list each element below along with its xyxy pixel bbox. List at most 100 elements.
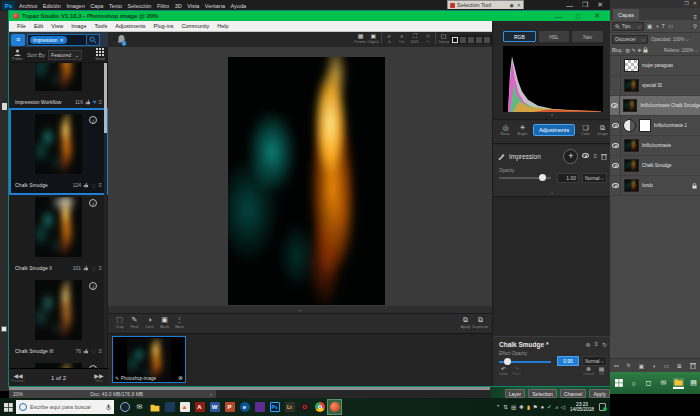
search-tag[interactable]: Impression✕ bbox=[30, 36, 67, 44]
tz-menu-image[interactable]: Image bbox=[71, 23, 86, 29]
layer-button[interactable]: Layer bbox=[505, 389, 526, 398]
ps-menu-archivo[interactable]: Archivo bbox=[19, 3, 37, 9]
blend-mode-select[interactable]: Normal⌵ bbox=[582, 173, 607, 183]
visibility-eye-icon[interactable] bbox=[582, 153, 589, 159]
adjustments-button[interactable]: Adjustments bbox=[533, 124, 575, 136]
ok-save-button[interactable]: ▤OK bbox=[595, 367, 608, 376]
tray-icon-6[interactable]: ● bbox=[541, 404, 544, 410]
tray-volume-icon[interactable]: ◁ bbox=[561, 404, 565, 410]
layer-row-brillo-contraste[interactable]: brillo/contraste bbox=[610, 136, 700, 156]
selection-tool-close-icon[interactable]: ✕ bbox=[517, 2, 521, 8]
tray-icon-5[interactable]: ⚑ bbox=[533, 404, 538, 410]
undo-button[interactable]: ↶Undo bbox=[497, 367, 510, 376]
document-icon[interactable]: ▤ bbox=[688, 378, 699, 389]
filter-type-select[interactable]: Tipo⌵ bbox=[612, 22, 644, 31]
more-tools[interactable]: ⋮More bbox=[172, 316, 187, 329]
original-button[interactable]: ▣Original bbox=[367, 33, 380, 44]
app-photoshop[interactable]: Ps bbox=[268, 400, 281, 414]
zoom-100-button[interactable]: ⛶100% bbox=[408, 33, 421, 44]
filmstrip-remove-icon[interactable]: ⊗ bbox=[178, 374, 183, 381]
zoom-out-button[interactable]: ⌕Out bbox=[396, 33, 409, 44]
tz-menu-tools[interactable]: Tools bbox=[94, 23, 107, 29]
tray-network-icon[interactable]: ⩘ bbox=[555, 404, 558, 411]
filter-type-icon[interactable]: T bbox=[662, 23, 665, 29]
notification-center-icon[interactable] bbox=[599, 403, 606, 411]
next-page-button[interactable]: ▶▶Next bbox=[90, 373, 108, 383]
filter-pin-icon[interactable]: ⚲ bbox=[693, 23, 697, 29]
app-powerpoint[interactable]: P bbox=[223, 400, 236, 414]
tz-menu-edit[interactable]: Edit bbox=[34, 23, 43, 29]
lock-move-icon[interactable]: ✥ bbox=[638, 48, 642, 53]
favorite-icon[interactable]: ♡ bbox=[91, 348, 96, 355]
lock-brush-icon[interactable]: ✎ bbox=[632, 48, 636, 53]
tz-menu-adjustments[interactable]: Adjustments bbox=[115, 23, 145, 29]
start-button[interactable] bbox=[0, 398, 16, 416]
heal-tool[interactable]: ✎Heal bbox=[127, 316, 142, 329]
layer-row-brillo-chalk-smudge-2[interactable]: brillo/contraste Chalk Smudge II bbox=[610, 96, 700, 116]
ps-menu-ayuda[interactable]: Ayuda bbox=[231, 3, 247, 9]
start-button[interactable] bbox=[613, 378, 624, 389]
layer-row-special-30[interactable]: special 30 bbox=[610, 76, 700, 96]
panel-restore-icon[interactable]: ❐ bbox=[684, 0, 688, 8]
preset-scrollbar[interactable] bbox=[104, 63, 107, 368]
apply-button[interactable]: ⧉Apply bbox=[458, 316, 473, 329]
menu-hamburger-button[interactable]: ≡ bbox=[11, 34, 25, 46]
panel-menu-icon[interactable]: ≡ bbox=[593, 153, 597, 159]
selection-tool-window[interactable]: Selection Tool ◉✕ bbox=[447, 0, 524, 9]
preset-chalk-smudge[interactable]: i Chalk Smudge 124♡≡ bbox=[11, 110, 106, 193]
tab-capas[interactable]: Capas bbox=[613, 9, 639, 20]
ps-menu-ventana[interactable]: Ventana bbox=[205, 3, 225, 9]
preset-menu-icon[interactable]: ≡ bbox=[98, 348, 102, 354]
previous-page-button[interactable]: ◀◀Previous bbox=[9, 373, 27, 383]
favorite-icon[interactable]: ♡ bbox=[91, 182, 96, 189]
info-icon[interactable]: i bbox=[89, 199, 97, 207]
app-lightroom[interactable]: Lr bbox=[283, 400, 296, 414]
delete-layer-icon[interactable] bbox=[690, 362, 696, 369]
tray-icon-1[interactable]: ⇅ bbox=[503, 404, 508, 410]
filter-shape-icon[interactable]: ▭ bbox=[668, 23, 673, 29]
opacity-value[interactable]: 1.00 bbox=[557, 173, 579, 183]
opacity-slider-knob[interactable] bbox=[539, 174, 546, 181]
ps-menu-imagen[interactable]: Imagen bbox=[66, 3, 84, 9]
thumbnail-size-toggle[interactable]: Small bbox=[95, 48, 105, 61]
filter-adjustment-icon[interactable]: ◑ bbox=[655, 23, 658, 29]
canvas-area[interactable] bbox=[108, 47, 492, 306]
mask-tool[interactable]: ▣Mask bbox=[157, 316, 172, 329]
cancel-button[interactable]: ⊗Cancel bbox=[582, 367, 595, 376]
preset-impression-workflow[interactable]: Impression Workflow 116♥≡ bbox=[11, 63, 106, 110]
favorite-icon[interactable]: ♥ bbox=[93, 99, 97, 105]
tz-menu-plugins[interactable]: Plug-ins bbox=[154, 23, 174, 29]
canvas-collapse-strip[interactable]: ⌄ bbox=[108, 306, 492, 313]
new-adjustment-icon[interactable]: ◑ bbox=[652, 363, 655, 369]
tz-menu-view[interactable]: View bbox=[51, 23, 63, 29]
cortana-icon[interactable]: ○ bbox=[628, 378, 639, 389]
preset-menu-icon[interactable]: ≡ bbox=[98, 99, 102, 105]
split-view-toggle-1[interactable] bbox=[460, 37, 466, 43]
channel-button[interactable]: Channel bbox=[560, 389, 587, 398]
zoom-percent[interactable]: 20% bbox=[13, 391, 23, 397]
app-topaz-active[interactable] bbox=[328, 400, 341, 414]
add-adjustment-button[interactable]: + bbox=[563, 149, 578, 164]
lock-transparent-icon[interactable]: ▨ bbox=[626, 48, 630, 53]
impression-collapse[interactable]: ⌄ bbox=[493, 189, 611, 195]
blend-mode-select[interactable]: Oscurecer⌵ bbox=[612, 35, 648, 44]
ps-restore-button[interactable]: ❐ bbox=[582, 1, 588, 9]
file-explorer-icon[interactable] bbox=[673, 378, 684, 389]
info-icon[interactable]: i bbox=[89, 116, 97, 124]
mail-icon[interactable]: ✉ bbox=[658, 378, 669, 389]
app-chrome[interactable] bbox=[313, 400, 326, 414]
effect-reset-icon[interactable]: ↻ bbox=[602, 341, 607, 348]
tray-icon-4[interactable]: ▮ bbox=[527, 404, 530, 410]
zoom-in-button[interactable]: ⌕In bbox=[383, 33, 396, 44]
taskbar-clock[interactable]: 23:23 14/05/2018 bbox=[570, 402, 594, 413]
app-edge[interactable]: e bbox=[238, 400, 251, 414]
link-layers-icon[interactable]: ⚯ bbox=[614, 363, 619, 369]
impression-header[interactable]: Impression + ≡ bbox=[493, 145, 611, 167]
app-opera[interactable]: O bbox=[298, 400, 311, 414]
notifications-bell[interactable]: 1 bbox=[116, 34, 128, 46]
topaz-minimize-button[interactable]: — bbox=[555, 13, 562, 20]
new-group-icon[interactable]: ▭ bbox=[664, 363, 669, 369]
canvas-toggle[interactable]: ▢Canvas bbox=[437, 33, 450, 44]
tray-icon-7[interactable]: ✔ bbox=[547, 404, 552, 410]
layer-row-mujer-paraguas[interactable]: mujer paraguas bbox=[610, 56, 700, 76]
